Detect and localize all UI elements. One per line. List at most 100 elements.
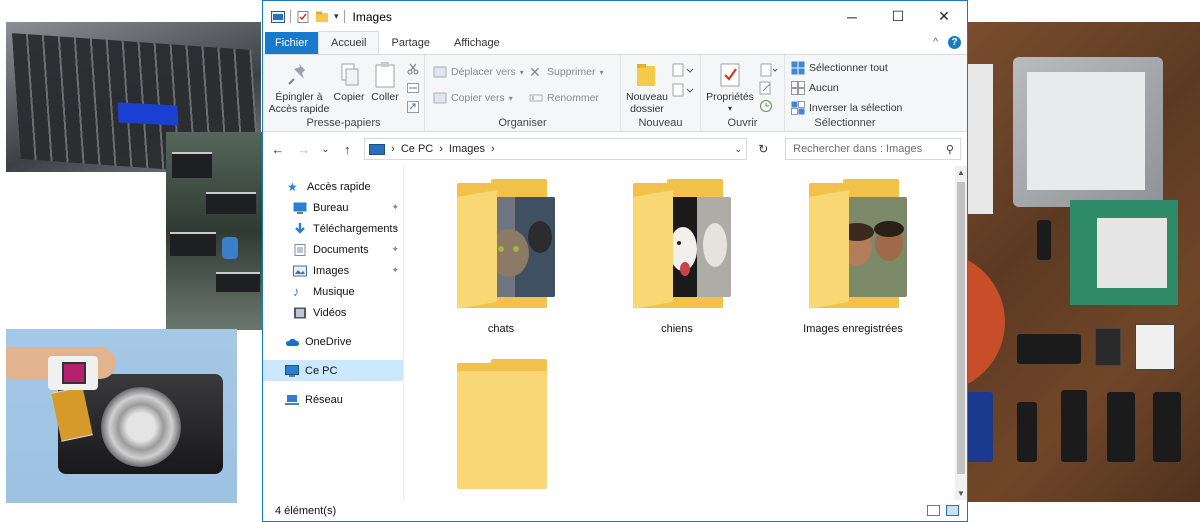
pin-icon[interactable]: ✦ [391, 244, 399, 255]
folder-item[interactable] [436, 359, 566, 503]
address-bar[interactable]: › Ce PC › Images › ⌄ [364, 138, 748, 160]
desktop-icon [293, 202, 307, 214]
close-button[interactable]: ✕ [921, 1, 967, 32]
copy-icon [341, 63, 359, 86]
large-icons-view-icon[interactable] [946, 505, 959, 516]
help-icon[interactable]: ? [948, 36, 961, 49]
select-group-label: Sélectionner [814, 117, 876, 129]
copy-to-icon [433, 92, 447, 104]
tab-file[interactable]: Fichier [265, 32, 319, 54]
delete-button[interactable]: ✕ Supprimer ▾ [529, 65, 603, 79]
copy-label: Copier [333, 91, 365, 103]
folder-item[interactable]: chiens [612, 179, 742, 335]
move-to-icon [433, 66, 447, 78]
copy-path-icon[interactable] [407, 83, 419, 93]
breadcrumb-images[interactable]: Images [449, 143, 485, 155]
properties-icon [720, 63, 740, 87]
nav-onedrive[interactable]: OneDrive [263, 331, 403, 352]
recent-locations-button[interactable]: ⌄ [321, 144, 331, 155]
forward-button[interactable]: → [295, 142, 313, 157]
storage-devices-photo [965, 22, 1200, 502]
maximize-button[interactable]: ☐ [875, 1, 921, 32]
nav-pictures[interactable]: Images ✦ [263, 260, 403, 281]
invert-selection-button[interactable]: Inverser la sélection [791, 101, 902, 115]
address-dropdown-icon[interactable]: ⌄ [730, 144, 746, 155]
up-button[interactable]: ↑ [338, 142, 356, 157]
group-new: Nouveau dossier Nouveau [621, 55, 701, 131]
scrollbar-thumb[interactable] [957, 182, 965, 474]
pin-icon[interactable]: ✦ [391, 202, 399, 213]
tab-home[interactable]: Accueil [318, 31, 380, 54]
collapse-ribbon-icon[interactable]: ^ [933, 37, 938, 48]
nav-videos[interactable]: Vidéos [263, 302, 403, 323]
nav-label: Téléchargements [313, 222, 398, 235]
nav-network[interactable]: Réseau [263, 389, 403, 410]
rename-button[interactable]: Renommer [529, 91, 599, 105]
folder-item[interactable]: Images enregistrées [788, 179, 918, 335]
pin-label: Épingler à Accès rapide [268, 91, 330, 115]
easy-access-icon[interactable] [671, 83, 695, 97]
scroll-down-icon[interactable]: ▼ [955, 489, 967, 498]
camera-photo [6, 329, 237, 503]
nav-downloads[interactable]: Téléchargements ✦ [263, 218, 403, 239]
folder-icon [625, 179, 731, 313]
group-organize: Déplacer vers ▾ Copier vers ▾ ✕ Supprimer ▾… [425, 55, 621, 131]
select-none-button[interactable]: Aucun [791, 81, 839, 95]
breadcrumb-this-pc[interactable]: Ce PC [401, 143, 433, 155]
organize-group-label: Organiser [498, 117, 547, 129]
computer-icon [285, 364, 299, 377]
pin-quick-access-button[interactable]: Épingler à Accès rapide [268, 61, 330, 115]
nav-desktop[interactable]: Bureau ✦ [263, 197, 403, 218]
folder-item[interactable]: chats [436, 179, 566, 335]
ribbon: Épingler à Accès rapide Copier Coller Pr… [263, 54, 967, 132]
scroll-up-icon[interactable]: ▲ [955, 168, 967, 177]
rename-label: Renommer [547, 92, 599, 104]
tab-view[interactable]: Affichage [442, 32, 512, 54]
edit-icon[interactable] [759, 81, 773, 95]
properties-button[interactable]: Propriétés ▾ [705, 61, 755, 115]
new-folder-button[interactable]: Nouveau dossier [625, 61, 669, 115]
search-box[interactable]: Rechercher dans : Images ⚲ [785, 138, 961, 160]
nav-documents[interactable]: Documents ✦ [263, 239, 403, 260]
pin-icon[interactable]: ✦ [391, 265, 399, 276]
new-folder-quick-icon[interactable] [315, 11, 329, 23]
group-clipboard: Épingler à Accès rapide Copier Coller Pr… [263, 55, 425, 131]
group-select: Sélectionner tout Aucun Inverser la séle… [785, 55, 905, 131]
crumb-separator: › [391, 143, 395, 155]
properties-label: Propriétés [706, 91, 754, 103]
vertical-scrollbar[interactable]: ▲ ▼ [955, 166, 967, 500]
move-to-button[interactable]: Déplacer vers ▾ [433, 65, 524, 79]
paste-shortcut-icon[interactable] [407, 101, 419, 113]
nav-music[interactable]: ♪ Musique [263, 281, 403, 302]
new-folder-icon [637, 64, 655, 86]
search-icon: ⚲ [945, 143, 954, 156]
nav-this-pc[interactable]: Ce PC [263, 360, 403, 381]
nav-label: Documents [313, 243, 369, 256]
history-icon[interactable] [759, 99, 773, 113]
properties-quick-icon[interactable] [296, 10, 310, 23]
pin-icon [288, 64, 305, 85]
copy-button[interactable]: Copier [331, 61, 367, 103]
refresh-button[interactable]: ↻ [755, 142, 771, 156]
nav-label: Accès rapide [307, 180, 371, 193]
documents-icon [294, 243, 306, 256]
select-all-button[interactable]: Sélectionner tout [791, 61, 888, 75]
nav-quick-access[interactable]: ★ Accès rapide [263, 176, 403, 197]
select-all-label: Sélectionner tout [809, 62, 888, 74]
cut-icon[interactable] [407, 63, 419, 75]
pin-icon[interactable]: ✦ [391, 223, 399, 234]
move-to-label: Déplacer vers [451, 66, 516, 78]
minimize-button[interactable]: ─ [829, 1, 875, 32]
open-icon[interactable] [759, 63, 779, 77]
paste-button[interactable]: Coller [369, 61, 401, 103]
folder-icon [449, 359, 554, 493]
details-view-icon[interactable] [927, 505, 940, 516]
copy-to-button[interactable]: Copier vers ▾ [433, 91, 513, 105]
tab-share[interactable]: Partage [379, 32, 442, 54]
customize-quick-access-icon[interactable]: ▾ [334, 11, 339, 22]
new-item-icon[interactable] [671, 63, 695, 77]
back-button[interactable]: ← [269, 142, 287, 157]
folder-icon [801, 179, 907, 313]
window-icon [271, 10, 285, 23]
select-none-label: Aucun [809, 82, 839, 94]
